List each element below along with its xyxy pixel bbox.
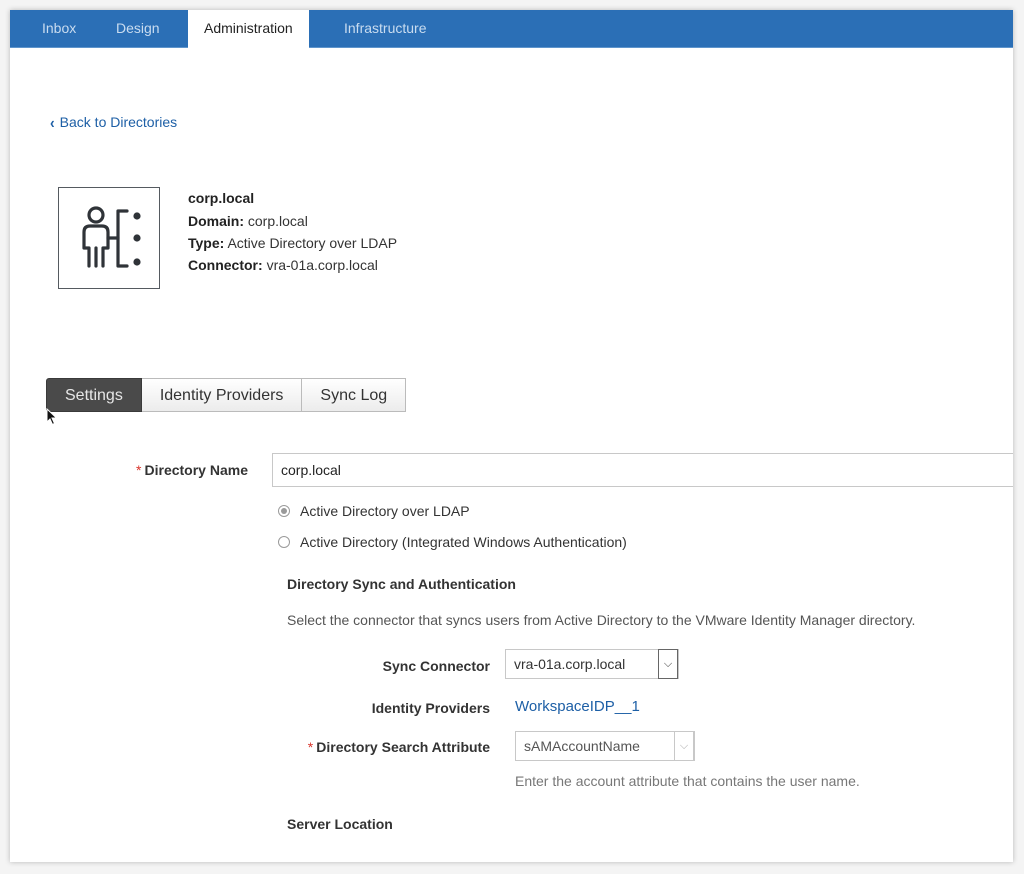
- tab-design[interactable]: Design: [100, 10, 176, 47]
- top-nav: Inbox Design Administration Infrastructu…: [10, 10, 1013, 48]
- chevron-down-icon[interactable]: ⌵: [674, 731, 694, 761]
- mouse-cursor-icon: [46, 408, 58, 426]
- sync-connector-value: vra-01a.corp.local: [514, 656, 626, 672]
- sync-section-description: Select the connector that syncs users fr…: [287, 612, 916, 628]
- sync-connector-select[interactable]: vra-01a.corp.local ⌵: [505, 649, 679, 679]
- search-attribute-value: sAMAccountName: [524, 738, 640, 754]
- directory-name-label: * Directory Name: [136, 462, 248, 478]
- server-location-title: Server Location: [287, 816, 393, 832]
- subtab-sync-log[interactable]: Sync Log: [302, 378, 407, 412]
- app-window: Inbox Design Administration Infrastructu…: [10, 10, 1013, 862]
- search-attribute-label: * Directory Search Attribute: [307, 739, 490, 755]
- directory-domain: Domain: corp.local: [188, 213, 308, 229]
- directory-connector: Connector: vra-01a.corp.local: [188, 257, 378, 273]
- directory-title: corp.local: [188, 190, 255, 206]
- search-attribute-hint: Enter the account attribute that contain…: [515, 773, 860, 789]
- sync-section-title: Directory Sync and Authentication: [287, 576, 516, 592]
- chevron-left-icon: ‹: [50, 112, 55, 132]
- radio-ad-over-ldap[interactable]: Active Directory over LDAP: [278, 503, 470, 519]
- tab-infrastructure[interactable]: Infrastructure: [328, 10, 442, 47]
- identity-providers-label: Identity Providers: [371, 700, 490, 716]
- radio-button[interactable]: [278, 536, 290, 548]
- identity-provider-link[interactable]: WorkspaceIDP__1: [515, 698, 640, 715]
- directory-icon-box: [58, 187, 160, 289]
- tab-inbox[interactable]: Inbox: [26, 10, 92, 47]
- directory-type: Type: Active Directory over LDAP: [188, 235, 398, 251]
- radio-button[interactable]: [278, 505, 290, 517]
- sub-tabs: Settings Identity Providers Sync Log: [46, 378, 407, 412]
- tab-administration[interactable]: Administration: [188, 10, 309, 48]
- directory-user-icon: [82, 206, 141, 268]
- subtab-identity-providers[interactable]: Identity Providers: [141, 378, 303, 412]
- chevron-down-icon[interactable]: ⌵: [658, 649, 678, 679]
- directory-name-input[interactable]: [272, 453, 1013, 487]
- directory-info: corp.local Domain: corp.local Type: Acti…: [188, 190, 397, 279]
- search-attribute-select[interactable]: sAMAccountName ⌵: [515, 731, 695, 761]
- sync-connector-label: Sync Connector: [382, 658, 490, 674]
- back-to-directories-link[interactable]: ‹ Back to Directories: [50, 112, 178, 132]
- back-link-label: Back to Directories: [59, 114, 178, 130]
- radio-ad-iwa[interactable]: Active Directory (Integrated Windows Aut…: [278, 534, 627, 550]
- subtab-settings[interactable]: Settings: [46, 378, 142, 412]
